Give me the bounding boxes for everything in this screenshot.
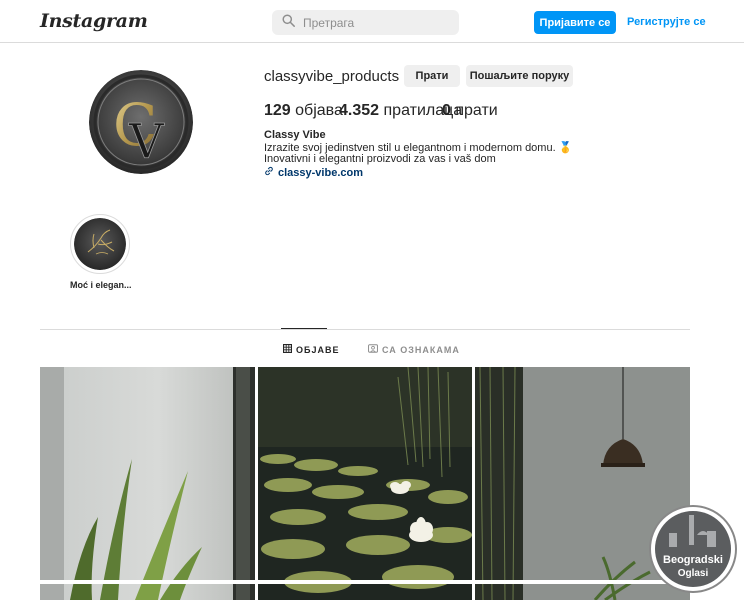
grid-icon xyxy=(283,344,292,355)
story-highlight[interactable] xyxy=(70,214,130,274)
profile-avatar[interactable]: C V xyxy=(89,70,193,174)
link-icon xyxy=(264,166,274,179)
tab-tagged-label: СА ОЗНАКАМА xyxy=(382,344,460,355)
website-url: classy-vibe.com xyxy=(278,166,363,179)
watermark-line-2: Oglasi xyxy=(678,568,709,579)
bio-website-link[interactable]: classy-vibe.com xyxy=(264,166,363,179)
search-icon xyxy=(282,13,295,32)
search-input[interactable] xyxy=(303,15,453,30)
follow-button[interactable]: Прати xyxy=(404,65,460,87)
post-thumbnail[interactable] xyxy=(40,367,255,600)
posts-count: 129 xyxy=(264,102,291,119)
bio-text-line-2: Inovativni i elegantni proizvodi za vas … xyxy=(264,153,496,165)
search-box[interactable] xyxy=(272,10,459,35)
posts-grid xyxy=(40,367,690,600)
bio-name: Classy Vibe xyxy=(264,129,326,141)
send-message-button[interactable]: Пошаљите поруку xyxy=(466,65,573,87)
active-tab-indicator xyxy=(281,328,327,329)
login-button[interactable]: Пријавите се xyxy=(534,11,616,34)
posts-stat: 129 објава xyxy=(264,102,343,120)
top-navigation-bar: Instagram Пријавите се Региструјте се xyxy=(0,0,744,43)
following-label: прати xyxy=(455,102,498,119)
highlight-cover-image xyxy=(74,218,126,270)
instagram-logo[interactable]: Instagram xyxy=(40,10,148,32)
posts-label: објава xyxy=(295,102,343,119)
tagged-icon xyxy=(368,344,378,355)
highlight-label: Moć i elegan... xyxy=(70,280,132,290)
watermark-line-1: Beogradski xyxy=(663,554,723,566)
profile-username: classyvibe_products xyxy=(264,68,400,85)
followers-count: 4.352 xyxy=(339,102,380,119)
tab-tagged[interactable]: СА ОЗНАКАМА xyxy=(368,344,460,355)
tabs-divider xyxy=(40,329,690,330)
following-count: 0 xyxy=(442,102,451,119)
beogradski-oglasi-watermark: Beogradski Oglasi xyxy=(649,505,737,593)
tab-posts-label: ОБЈАВЕ xyxy=(296,344,340,355)
post-thumbnail[interactable] xyxy=(258,367,472,600)
svg-text:V: V xyxy=(128,114,165,170)
signup-link[interactable]: Региструјте се xyxy=(627,16,706,28)
following-stat[interactable]: 0 прати xyxy=(442,102,498,120)
tab-posts[interactable]: ОБЈАВЕ xyxy=(283,344,339,355)
